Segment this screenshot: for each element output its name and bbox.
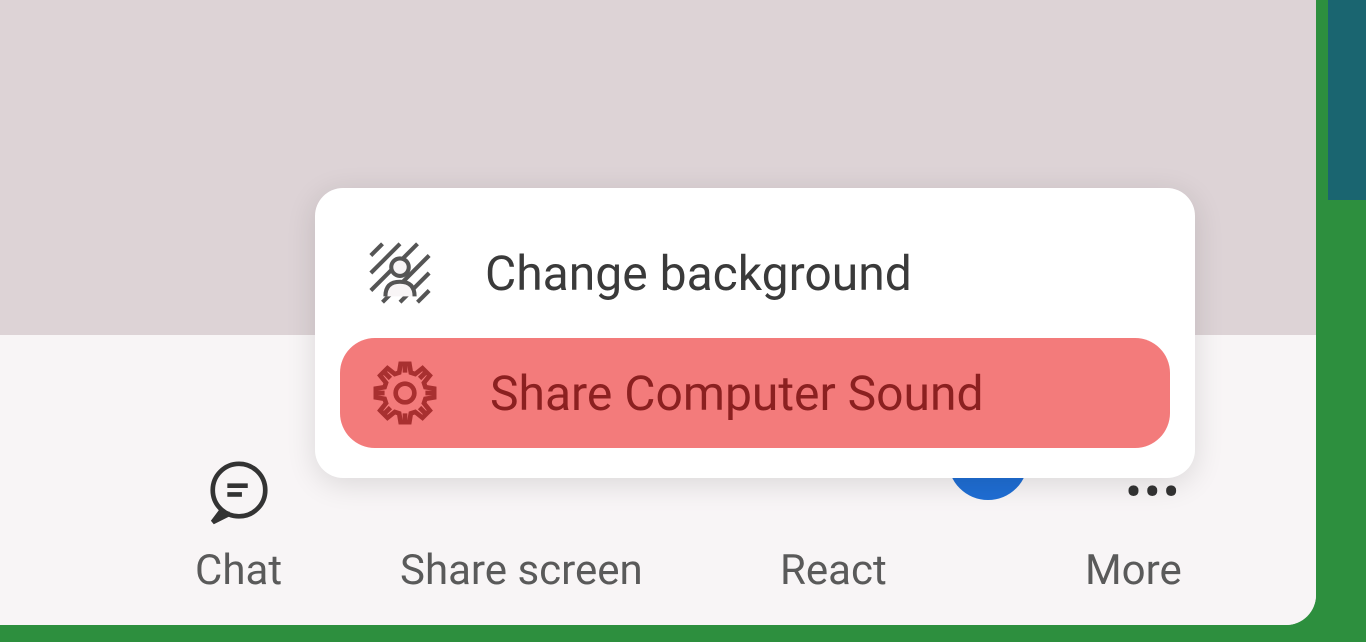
- share-computer-sound-label: Share Computer Sound: [490, 365, 984, 422]
- react-label: React: [780, 546, 887, 595]
- more-button[interactable]: ••• More: [1085, 478, 1182, 595]
- more-options-popup: Change background Share Computer Sound: [315, 188, 1195, 478]
- chat-bubble-icon: [204, 458, 274, 528]
- chat-button[interactable]: Chat: [195, 458, 282, 595]
- change-background-label: Change background: [485, 245, 912, 302]
- share-screen-button[interactable]: Share screen: [400, 546, 643, 595]
- share-screen-label: Share screen: [400, 546, 643, 595]
- gear-icon: [370, 358, 440, 428]
- background-effect-icon: [365, 238, 435, 308]
- chat-label: Chat: [195, 546, 282, 595]
- change-background-item[interactable]: Change background: [315, 218, 1195, 328]
- share-computer-sound-item[interactable]: Share Computer Sound: [340, 338, 1170, 448]
- more-label: More: [1085, 546, 1182, 595]
- react-button[interactable]: React: [780, 546, 887, 595]
- meeting-window: Chat Share screen React ••• More: [0, 0, 1316, 625]
- teal-accent-strip: [1328, 0, 1366, 200]
- outer-frame: Chat Share screen React ••• More: [0, 0, 1366, 642]
